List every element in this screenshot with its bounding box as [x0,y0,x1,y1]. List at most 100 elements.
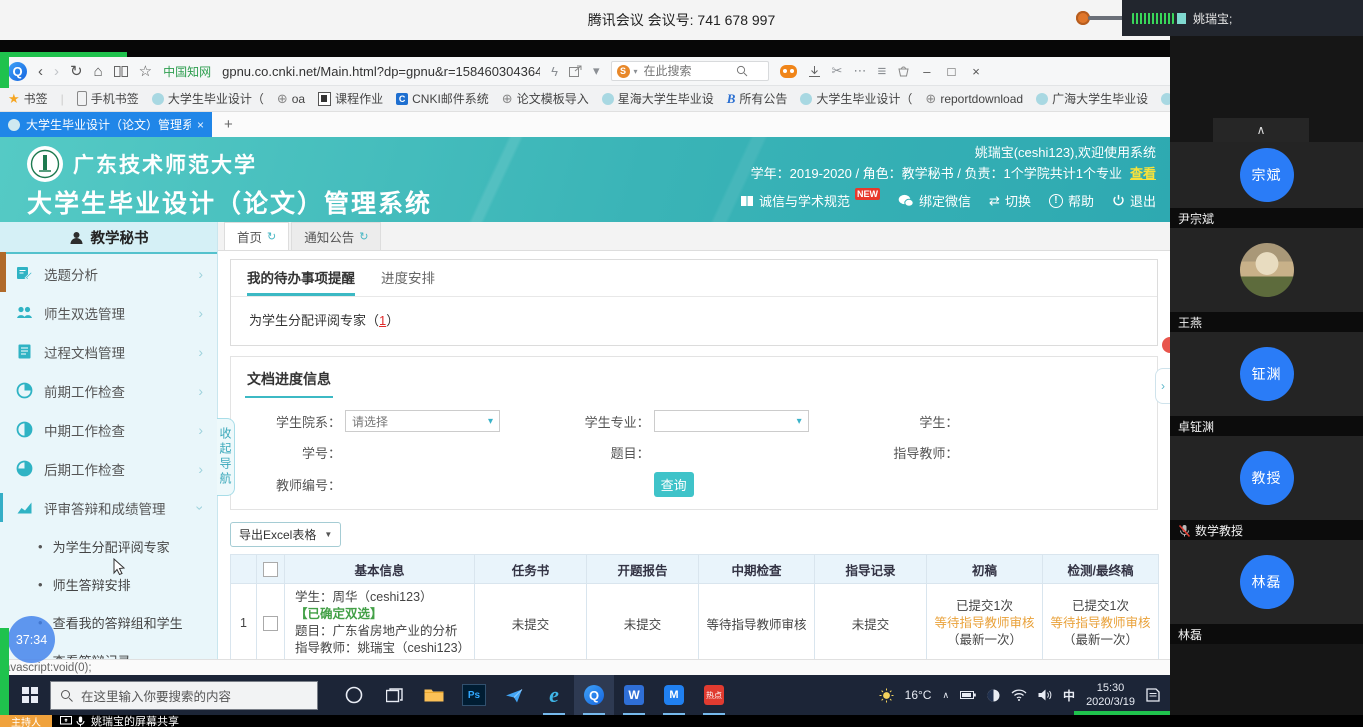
bookmark-item[interactable]: 课程作业 [318,90,383,107]
bookmark-item[interactable]: 星海大学生毕业设 [602,90,714,107]
temperature[interactable]: 16°C [905,688,932,702]
search-engine-caret-icon[interactable]: ▾ [634,67,638,76]
sidebar-item-process-docs[interactable]: 过程文档管理 › [0,332,217,371]
reading-mode-icon[interactable] [114,65,128,78]
back-icon[interactable]: ‹ [38,63,43,80]
refresh-icon[interactable]: ↻ [70,62,83,80]
bookmark-item[interactable]: ⊕论文模板导入 [502,90,589,107]
sidebar-item-review-defense[interactable]: 评审答辩和成绩管理 › [0,488,217,527]
forward-icon[interactable]: › [54,63,59,80]
taskbar-search[interactable]: 在这里输入你要搜索的内容 [50,681,318,710]
menu-icon[interactable]: ≡ [877,63,886,80]
participant-tile[interactable]: 林磊 [1170,540,1363,624]
select-all-checkbox[interactable] [263,562,278,577]
bookmark-item[interactable]: ⊕oa [277,91,305,107]
student-input[interactable] [962,410,1117,432]
browser-tab-active[interactable]: 大学生毕业设计（论文）管理系统 × [0,112,212,137]
participant-tile[interactable]: 宗斌 [1170,142,1363,208]
tab-home[interactable]: 首页 ↻ [224,222,289,250]
toolbar-search[interactable]: S ▾ [611,61,769,81]
help-link[interactable]: ! 帮助 [1049,191,1094,210]
integrity-link[interactable]: 诚信与学术规范 NEW [740,191,880,210]
share-page-icon[interactable] [569,65,582,77]
participant-tile[interactable]: 钲渊 [1170,332,1363,416]
address-bar[interactable]: gpnu.co.cnki.net/Main.html?dp=gpnu&r=158… [222,64,540,79]
browser-logo-icon[interactable]: Q [8,62,27,81]
sidebar-item-mid-check[interactable]: 中期工作检查 › [0,410,217,449]
midterm-cell[interactable]: 等待指导教师审核 [699,584,815,660]
refresh-icon[interactable]: ↻ [267,230,276,243]
panel-collapse-button[interactable]: ∧ [1213,118,1309,142]
battery-icon[interactable] [960,690,976,700]
close-icon[interactable]: × [972,64,980,79]
weather-icon[interactable] [879,688,894,703]
tab-announcements[interactable]: 通知公告 ↻ [291,222,381,250]
qq-browser-button[interactable]: Q [574,675,614,715]
student-id-input[interactable] [345,441,500,463]
collect-bag-icon[interactable] [897,65,910,77]
bookmark-item[interactable]: B所有公告 [727,90,788,107]
export-excel-button[interactable]: 导出Excel表格 ▼ [230,522,341,547]
tray-expand-icon[interactable]: ∧ [942,690,949,701]
wechat-bind-link[interactable]: 绑定微信 [898,191,971,210]
refresh-icon[interactable]: ↻ [359,230,368,243]
bookmark-item[interactable]: 广二师大学 [1161,90,1170,107]
taskbar-clock[interactable]: 15:30 2020/3/19 [1086,681,1135,709]
paperplane-app-button[interactable] [494,675,534,715]
address-dropdown-icon[interactable]: ▾ [593,63,600,79]
teacher-id-input[interactable] [345,474,500,496]
site-certificate-label[interactable]: 中国知网 [163,63,211,80]
view-link[interactable]: 查看 [1130,166,1156,181]
minimize-icon[interactable]: – [923,64,930,79]
switch-role-link[interactable]: ⇄ 切换 [989,191,1031,210]
todo-item[interactable]: 为学生分配评阅专家（1） [231,297,1157,345]
dept-select[interactable]: 请选择▾ [345,410,500,432]
bookmark-item[interactable]: 手机书签 [77,90,139,107]
collapse-nav-tab[interactable]: 收起导航 [217,418,235,496]
maximize-icon[interactable]: □ [947,64,955,79]
cortana-button[interactable] [334,675,374,715]
topic-input[interactable] [654,441,809,463]
major-select[interactable]: ▾ [654,410,809,432]
bolt-icon[interactable]: ϟ [551,64,558,79]
ime-indicator[interactable]: 中 [1063,687,1075,704]
sidebar-item-dual-select[interactable]: 师生双选管理 › [0,293,217,332]
row-checkbox[interactable] [263,616,278,631]
query-button[interactable]: 查询 [654,472,694,497]
notification-center-icon[interactable] [1146,688,1160,702]
edge-button[interactable]: e [534,675,574,715]
wifi-icon[interactable] [1011,689,1027,701]
task-view-button[interactable] [374,675,414,715]
search-input[interactable] [642,63,732,79]
file-explorer-button[interactable] [414,675,454,715]
tab-schedule[interactable]: 进度安排 [381,267,435,296]
tab-my-todos[interactable]: 我的待办事项提醒 [247,267,355,296]
screenshot-scissors-icon[interactable]: ✂ [832,63,843,79]
bookmark-item[interactable]: 大学生毕业设计（ [152,90,264,107]
photoshop-button[interactable]: Ps [454,675,494,715]
sidebar-subitem-defense-arrangement[interactable]: • 师生答辩安排 [0,565,217,603]
favorite-star-icon[interactable]: ☆ [139,62,152,80]
sidebar-subitem-assign-reviewers[interactable]: • 为学生分配评阅专家 [0,527,217,565]
app-tray-icon[interactable] [987,689,1000,702]
sidebar-item-topic-analysis[interactable]: 选题分析 › [0,254,217,293]
bookmark-item[interactable]: 大学生毕业设计（ [800,90,912,107]
volume-icon[interactable] [1038,689,1052,701]
advisor-input[interactable] [962,441,1117,463]
meeting-timer[interactable]: 37:34 [8,616,55,663]
search-icon[interactable] [736,65,748,77]
hotspot-app-button[interactable]: 热点 [694,675,734,715]
sidebar-item-late-check[interactable]: 后期工作检查 › [0,449,217,488]
wps-button[interactable]: W [614,675,654,715]
draft-cell[interactable]: 已提交1次 等待指导教师审核 （最新一次） [927,584,1043,660]
download-icon[interactable] [808,65,821,78]
game-center-icon[interactable] [780,65,797,78]
bookmark-item[interactable]: ⊕reportdownload [925,91,1023,107]
search-engine-icon[interactable]: S [617,65,630,78]
new-tab-icon[interactable]: + [224,112,233,137]
home-icon[interactable]: ⌂ [94,63,103,80]
final-cell[interactable]: 已提交1次 等待指导教师审核 （最新一次） [1043,584,1159,660]
sidebar-item-early-check[interactable]: 前期工作检查 › [0,371,217,410]
more-tools-icon[interactable]: ⋯ [853,63,866,79]
right-expander[interactable]: › [1155,368,1170,404]
